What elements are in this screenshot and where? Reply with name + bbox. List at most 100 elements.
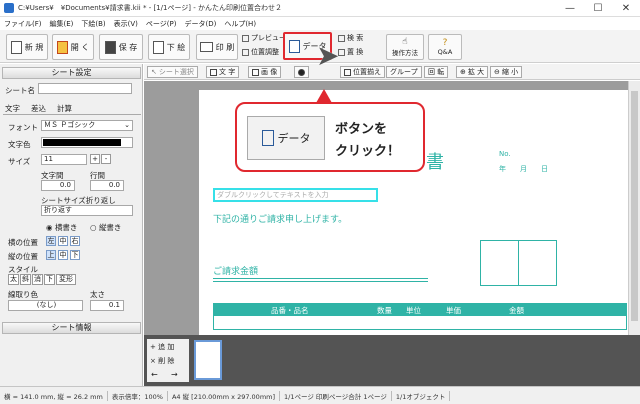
align-button[interactable]: 位置揃え — [340, 66, 385, 78]
date-label: 年 月 日 — [499, 165, 548, 173]
font-select[interactable]: ＭＳ Ｐゴシック ⌄ — [41, 120, 133, 131]
wrap-select[interactable]: 折り返す — [41, 205, 133, 216]
maximize-button[interactable]: ☐ — [584, 0, 612, 17]
line-spacing-input[interactable]: 0.0 — [90, 180, 124, 191]
border-color-select[interactable]: (なし) — [8, 300, 83, 311]
amount-underline — [213, 278, 428, 279]
callout-pointer — [316, 89, 332, 103]
scrollbar-thumb[interactable] — [631, 91, 638, 321]
editor-toolbar: ↖ シート選択 文 字 画 像 位置揃え グループ 回 転 ⊕ 拡 大 ⊖ 縮 小 — [144, 64, 640, 80]
align-left-button[interactable]: 左 — [46, 236, 56, 246]
size-plus-button[interactable]: + — [90, 154, 100, 164]
vertical-scrollbar[interactable] — [628, 81, 640, 335]
data-icon — [288, 39, 300, 53]
minimize-button[interactable]: — — [556, 0, 584, 17]
bold-button[interactable]: 太 — [8, 274, 19, 285]
menu-data[interactable]: データ(D) — [180, 19, 220, 29]
preview-button[interactable]: プレビュー — [242, 32, 286, 44]
adjust-icon — [242, 48, 249, 56]
sheet-info-header[interactable]: シート情報 — [2, 322, 141, 334]
sheet-name-input[interactable] — [38, 83, 132, 94]
valign-top-button[interactable]: 上 — [46, 250, 56, 260]
new-file-icon — [10, 40, 22, 54]
underlay-button[interactable]: 下 絵 — [148, 34, 190, 60]
align-center-button[interactable]: 中 — [58, 236, 68, 246]
status-bar: 横 = 141.0 mm, 縦 = 26.2 mm 表示倍率：100% A4 縦… — [0, 386, 640, 404]
image-tool-button[interactable]: 画 像 — [248, 66, 282, 78]
align-right-button[interactable]: 右 — [70, 236, 80, 246]
chevron-down-icon: ⌄ — [124, 121, 130, 129]
text-color-select[interactable] — [41, 137, 133, 148]
size-select[interactable]: 11 — [41, 154, 87, 165]
color-swatch — [43, 139, 121, 146]
printer-icon — [199, 42, 213, 52]
zoom-out-icon: ⊖ — [494, 68, 500, 76]
close-button[interactable]: ✕ — [612, 0, 640, 17]
zoom-out-button[interactable]: ⊖ 縮 小 — [490, 66, 523, 78]
rotate-button[interactable]: 回 転 — [424, 66, 449, 78]
col-unit: 単位 — [406, 306, 421, 315]
menu-file[interactable]: ファイル(F) — [0, 19, 46, 29]
howto-button[interactable]: ☝ 操作方法 — [386, 34, 424, 60]
text-icon — [210, 68, 217, 76]
shape-tool-button[interactable] — [294, 66, 309, 78]
zoom-in-button[interactable]: ⊕ 拡 大 — [456, 66, 489, 78]
selected-text-box[interactable]: ダブルクリックしてテキストを入力 — [213, 188, 378, 202]
add-page-button[interactable]: + 追 加 — [150, 342, 174, 352]
print-button[interactable]: 印 刷 — [196, 34, 238, 60]
page-controls: + 追 加 × 削 除 ← → — [147, 339, 189, 382]
italic-button[interactable]: 斜 — [20, 274, 31, 285]
qa-button[interactable]: ? Q&A — [428, 34, 462, 60]
preview-icon — [242, 34, 249, 42]
vertical-radio[interactable]: ○ 縦書き — [90, 222, 121, 233]
hand-icon: ☝ — [402, 36, 408, 47]
menu-help[interactable]: ヘルプ(H) — [220, 19, 260, 29]
tab-calc[interactable]: 計算 — [57, 103, 72, 114]
position-adjust-button[interactable]: 位置調整 — [242, 46, 279, 58]
next-page-arrow-icon[interactable]: → — [171, 370, 178, 379]
canvas-area[interactable]: 書 No. 年 月 日 ダブルクリックしてテキストを入力 下記の通りご請求申し上… — [144, 81, 628, 335]
page-thumbnail[interactable] — [194, 340, 222, 380]
valign-bottom-button[interactable]: 下 — [70, 250, 80, 260]
border-color-label: 線取り色 — [8, 290, 38, 299]
horizontal-radio[interactable]: ◉ 横書き — [46, 222, 77, 233]
underline-button[interactable]: 下 — [44, 274, 55, 285]
search-button[interactable]: 検 索 — [338, 32, 363, 44]
callout-line-1: ボタンを — [335, 122, 388, 137]
open-button[interactable]: 開 く — [52, 34, 94, 60]
tab-text[interactable]: 文字 — [5, 103, 20, 114]
menu-underlay[interactable]: 下絵(B) — [77, 19, 109, 29]
color-label: 文字色 — [8, 140, 31, 149]
col-item: 品番・品名 — [271, 306, 309, 315]
status-paper: A4 縦 [210.00mm x 297.00mm] — [168, 390, 281, 401]
table-header-row: 品番・品名 数量 単位 単価 金額 — [213, 303, 627, 316]
text-tool-button[interactable]: 文 字 — [206, 66, 240, 78]
menu-edit[interactable]: 編集(E) — [46, 19, 78, 29]
strike-button[interactable]: 消 — [32, 274, 43, 285]
col-price: 単価 — [446, 306, 461, 315]
menu-page[interactable]: ページ(P) — [142, 19, 181, 29]
mouse-cursor-icon: ➤ — [316, 39, 340, 72]
prev-page-arrow-icon[interactable]: ← — [151, 370, 158, 379]
size-label: サイズ — [8, 157, 31, 166]
transform-button[interactable]: 変形 — [56, 274, 76, 285]
valign-middle-button[interactable]: 中 — [58, 250, 68, 260]
sheet-select-button[interactable]: ↖ シート選択 — [147, 66, 198, 78]
thickness-label: 太さ — [90, 290, 105, 299]
thickness-input[interactable]: 0.1 — [90, 300, 124, 311]
menu-view[interactable]: 表示(V) — [110, 19, 142, 29]
search-icon — [338, 34, 345, 42]
char-spacing-input[interactable]: 0.0 — [41, 180, 75, 191]
delete-page-button[interactable]: × 削 除 — [150, 356, 174, 366]
halign-label: 横の位置 — [8, 238, 38, 247]
status-objects: 1/1オブジェクト — [392, 390, 451, 401]
tab-insert[interactable]: 差込 — [31, 103, 46, 114]
amount-label: ご請求金額 — [213, 267, 259, 277]
group-button[interactable]: グループ — [386, 66, 422, 78]
new-button[interactable]: 新 規 — [6, 34, 48, 60]
document-title: 書 — [426, 152, 444, 173]
size-minus-button[interactable]: - — [101, 154, 111, 164]
save-button[interactable]: 保 存 — [99, 34, 143, 60]
table-row — [213, 316, 627, 330]
replace-button[interactable]: 置 換 — [338, 46, 363, 58]
